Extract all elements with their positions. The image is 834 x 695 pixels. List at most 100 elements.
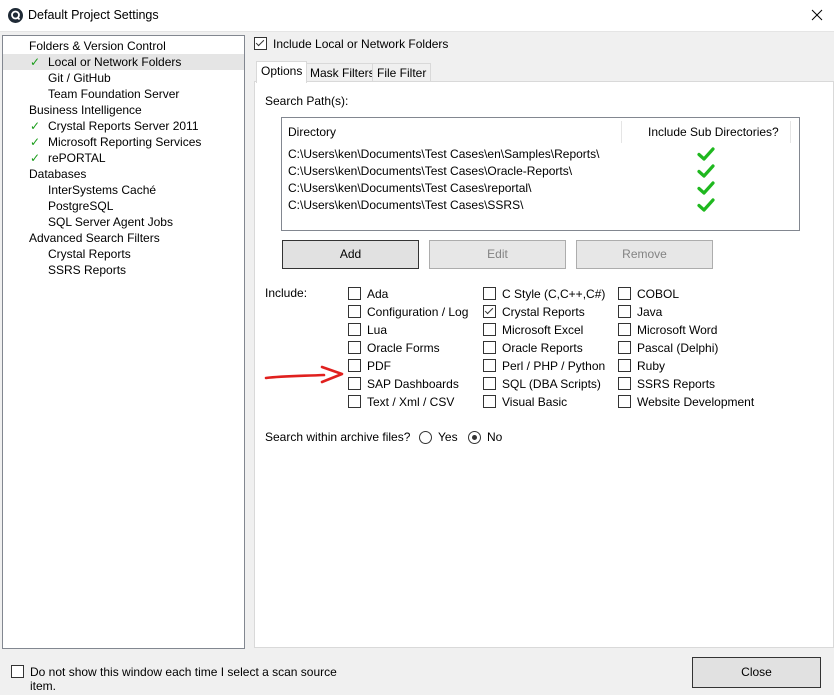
- include-checkbox[interactable]: [618, 341, 631, 354]
- include-sub-check-icon: [697, 146, 715, 162]
- search-path-row[interactable]: C:\Users\ken\Documents\Test Cases\en\Sam…: [288, 146, 599, 163]
- include-checkbox[interactable]: [348, 341, 361, 354]
- include-checkbox[interactable]: [348, 377, 361, 390]
- include-option-label: Oracle Reports: [502, 341, 583, 355]
- include-checkbox[interactable]: [348, 287, 361, 300]
- include-option-label: Ada: [367, 287, 389, 301]
- tab-options[interactable]: Options: [256, 61, 308, 83]
- tree-item-label: SQL Server Agent Jobs: [48, 215, 173, 229]
- include-option-label: Java: [637, 305, 663, 319]
- add-button[interactable]: Add: [282, 240, 419, 269]
- archive-yes-label: Yes: [438, 430, 458, 444]
- window-title: Default Project Settings: [28, 8, 159, 22]
- include-checkbox[interactable]: [483, 341, 496, 354]
- search-path-row[interactable]: C:\Users\ken\Documents\Test Cases\Oracle…: [288, 163, 572, 180]
- close-window-button[interactable]: [807, 5, 827, 25]
- red-arrow-annotation: [264, 365, 344, 384]
- include-option-label: Ruby: [637, 359, 666, 373]
- tree-item[interactable]: Team Foundation Server: [3, 86, 244, 102]
- tree-category[interactable]: Business Intelligence: [3, 102, 244, 118]
- include-checkbox[interactable]: [483, 287, 496, 300]
- tree-item[interactable]: Crystal Reports: [3, 246, 244, 262]
- tree-item-label: Folders & Version Control: [29, 39, 166, 53]
- include-option-label: SQL (DBA Scripts): [502, 377, 601, 391]
- include-option-label: SAP Dashboards: [367, 377, 459, 391]
- dont-show-checkbox[interactable]: [11, 665, 24, 678]
- column-header-include-sub[interactable]: Include Sub Directories?: [648, 124, 779, 140]
- include-checkbox[interactable]: [483, 323, 496, 336]
- include-option-label: Lua: [367, 323, 388, 337]
- include-option-label: Configuration / Log: [367, 305, 469, 319]
- tree-item-label: Git / GitHub: [48, 71, 111, 85]
- include-option-label: PDF: [367, 359, 391, 373]
- include-checkbox[interactable]: [483, 305, 496, 318]
- tab-file-filter[interactable]: File Filter: [372, 63, 432, 82]
- tree-item[interactable]: ✓ Crystal Reports Server 2011: [3, 118, 244, 134]
- include-sub-check-icon: [697, 180, 715, 196]
- include-checkbox[interactable]: [348, 305, 361, 318]
- archive-no-option[interactable]: No: [468, 430, 508, 446]
- tree-item-label: rePORTAL: [48, 151, 106, 165]
- close-icon: [811, 9, 823, 21]
- tree-item-label: Local or Network Folders: [48, 55, 182, 69]
- edit-button[interactable]: Edit: [429, 240, 566, 269]
- include-checkbox[interactable]: [348, 395, 361, 408]
- source-tree[interactable]: Folders & Version Control ✓ Local or Netwo…: [2, 35, 245, 649]
- column-header-directory[interactable]: Directory: [288, 124, 336, 140]
- search-paths-label: Search Path(s):: [265, 94, 349, 108]
- include-checkbox[interactable]: [618, 305, 631, 318]
- tree-item[interactable]: Git / GitHub: [3, 70, 244, 86]
- tree-item[interactable]: ✓ Microsoft Reporting Services: [3, 134, 244, 150]
- include-checkbox[interactable]: [618, 377, 631, 390]
- include-option-label: Crystal Reports: [502, 305, 585, 319]
- tree-item-label: Crystal Reports Server 2011: [48, 119, 199, 133]
- tree-item[interactable]: PostgreSQL: [3, 198, 244, 214]
- include-checkbox[interactable]: [618, 323, 631, 336]
- archive-yes-option[interactable]: Yes: [419, 430, 459, 446]
- include-option-label: Perl / PHP / Python: [502, 359, 606, 373]
- include-option-label: Microsoft Word: [637, 323, 718, 337]
- remove-button[interactable]: Remove: [576, 240, 713, 269]
- tree-item-label: InterSystems Caché: [48, 183, 157, 197]
- tree-item[interactable]: ✓ rePORTAL: [3, 150, 244, 166]
- include-option-label: Text / Xml / CSV: [367, 395, 455, 409]
- search-paths-list[interactable]: Directory Include Sub Directories? C:\Us…: [281, 117, 800, 231]
- include-network-toggle[interactable]: Include Local or Network Folders: [254, 37, 554, 53]
- app-logo-icon: [8, 8, 23, 23]
- include-option-label: COBOL: [637, 287, 680, 301]
- include-option-label: Pascal (Delphi): [637, 341, 719, 355]
- include-checkbox[interactable]: [348, 359, 361, 372]
- close-button[interactable]: Close: [692, 657, 821, 688]
- column-separator: [621, 121, 622, 143]
- include-checkbox[interactable]: [618, 395, 631, 408]
- dont-show-toggle[interactable]: Do not show this window each time I sele…: [11, 665, 351, 693]
- include-checkbox[interactable]: [348, 323, 361, 336]
- archive-yes-radio[interactable]: [419, 431, 432, 444]
- tab-mask-filters[interactable]: Mask Filters: [305, 63, 380, 82]
- include-checkbox[interactable]: [483, 359, 496, 372]
- tree-category[interactable]: Advanced Search Filters: [3, 230, 244, 246]
- archive-label: Search within archive files?: [265, 430, 411, 444]
- tree-item[interactable]: SQL Server Agent Jobs: [3, 214, 244, 230]
- column-separator: [790, 121, 791, 143]
- title-bar: Default Project Settings: [0, 0, 834, 32]
- tree-item-label: Databases: [29, 167, 87, 181]
- tree-item[interactable]: InterSystems Caché: [3, 182, 244, 198]
- include-checkbox[interactable]: [483, 377, 496, 390]
- include-checkbox[interactable]: [483, 395, 496, 408]
- tree-item-label: Microsoft Reporting Services: [48, 135, 202, 149]
- include-option-label: Visual Basic: [502, 395, 568, 409]
- dont-show-label: Do not show this window each time I sele…: [30, 665, 337, 693]
- include-checkbox[interactable]: [618, 359, 631, 372]
- include-checkbox[interactable]: [618, 287, 631, 300]
- search-path-row[interactable]: C:\Users\ken\Documents\Test Cases\report…: [288, 180, 531, 197]
- tree-category[interactable]: Folders & Version Control: [3, 38, 244, 54]
- check-icon: ✓: [30, 151, 41, 165]
- archive-no-radio[interactable]: [468, 431, 481, 444]
- tree-item[interactable]: SSRS Reports: [3, 262, 244, 278]
- include-option-label: SSRS Reports: [637, 377, 716, 391]
- tree-item[interactable]: ✓ Local or Network Folders: [3, 54, 244, 70]
- include-network-checkbox[interactable]: [254, 37, 267, 50]
- search-path-row[interactable]: C:\Users\ken\Documents\Test Cases\SSRS\: [288, 197, 523, 214]
- tree-category[interactable]: Databases: [3, 166, 244, 182]
